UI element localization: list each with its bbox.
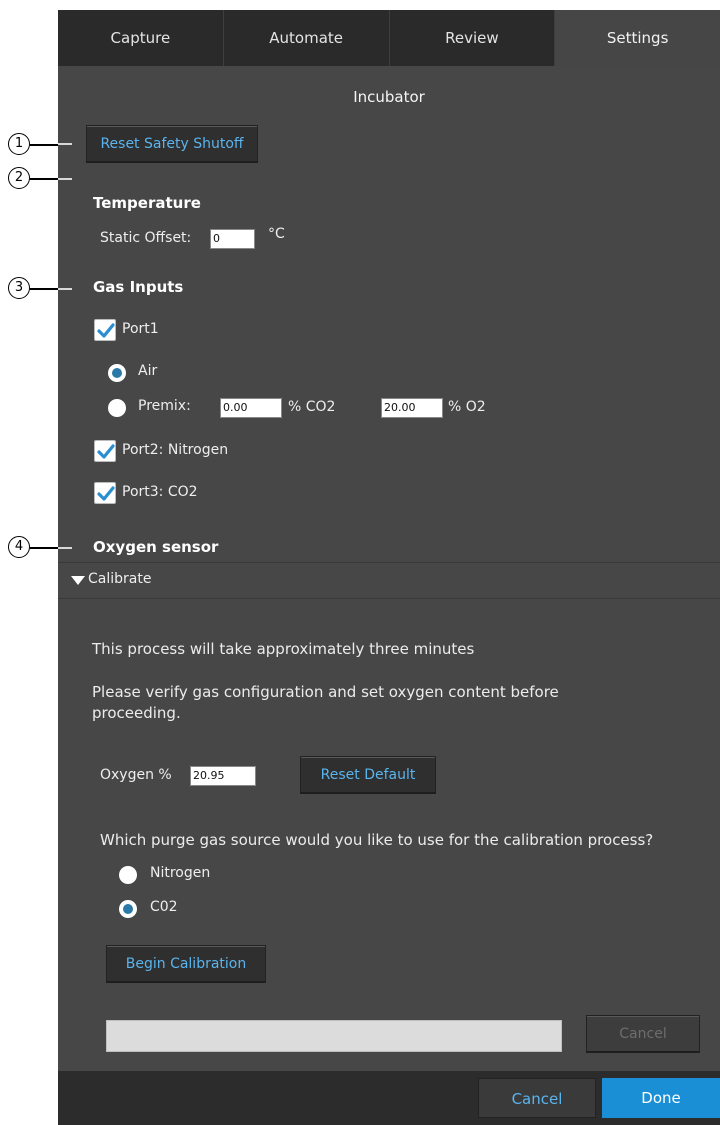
- premix-o2-input[interactable]: 20.00: [381, 398, 443, 418]
- premix-radio[interactable]: [108, 399, 126, 417]
- static-offset-label: Static Offset:: [100, 230, 192, 246]
- calibration-progress-bar: [106, 1020, 562, 1052]
- port3-label: Port3: CO2: [122, 484, 198, 500]
- static-offset-input[interactable]: 0: [210, 229, 255, 249]
- reset-safety-shutoff-button[interactable]: Reset Safety Shutoff: [86, 125, 258, 163]
- oxygen-percent-label: Oxygen %: [100, 767, 172, 783]
- temperature-unit: °C: [268, 226, 285, 242]
- port2-checkbox[interactable]: [94, 440, 116, 462]
- divider: [58, 562, 720, 563]
- calibration-verify-text: Please verify gas configuration and set …: [92, 683, 559, 722]
- checkmark-icon: [97, 444, 115, 459]
- footer-bar: Cancel Done: [58, 1071, 720, 1125]
- calibration-duration-text: This process will take approximately thr…: [92, 640, 475, 658]
- premix-co2-input[interactable]: 0.00: [220, 398, 282, 418]
- callout-1: 1: [0, 131, 58, 161]
- purge-co2-radio[interactable]: [119, 900, 137, 918]
- callout-line: [30, 144, 58, 146]
- air-radio[interactable]: [108, 364, 126, 382]
- premix-label: Premix:: [138, 398, 191, 414]
- callout-line: [30, 178, 58, 180]
- tab-review[interactable]: Review: [389, 10, 556, 66]
- tab-settings[interactable]: Settings: [555, 10, 720, 66]
- purge-co2-label: C02: [150, 899, 178, 915]
- co2-unit-label: % CO2: [288, 399, 336, 415]
- callout-pointer: [58, 288, 72, 290]
- oxygen-percent-input[interactable]: 20.95: [190, 766, 256, 786]
- o2-unit-label: % O2: [448, 399, 486, 415]
- temperature-heading: Temperature: [93, 194, 201, 212]
- divider: [58, 598, 720, 599]
- cancel-button[interactable]: Cancel: [478, 1078, 596, 1118]
- port1-checkbox[interactable]: [94, 319, 116, 341]
- callout-number: 4: [8, 536, 30, 558]
- begin-calibration-button[interactable]: Begin Calibration: [106, 945, 266, 983]
- purge-nitrogen-radio[interactable]: [119, 866, 137, 884]
- callout-pointer: [58, 547, 72, 549]
- tab-capture[interactable]: Capture: [58, 10, 224, 66]
- purge-nitrogen-label: Nitrogen: [150, 865, 211, 881]
- callout-pointer: [58, 143, 72, 145]
- callout-line: [30, 547, 58, 549]
- air-label: Air: [138, 363, 158, 379]
- callout-number: 3: [8, 277, 30, 299]
- tab-bar: Capture Automate Review Settings: [58, 10, 720, 66]
- done-button[interactable]: Done: [602, 1078, 720, 1118]
- reset-default-button[interactable]: Reset Default: [300, 756, 436, 794]
- port1-label: Port1: [122, 321, 159, 337]
- oxygen-sensor-heading: Oxygen sensor: [93, 538, 219, 556]
- port3-checkbox[interactable]: [94, 482, 116, 504]
- callout-number: 1: [8, 133, 30, 155]
- callout-number: 2: [8, 167, 30, 189]
- callout-pointer: [58, 178, 72, 180]
- section-title: Incubator: [353, 88, 425, 106]
- checkmark-icon: [97, 323, 115, 338]
- callout-3: 3: [0, 275, 58, 305]
- callout-2: 2: [0, 165, 58, 195]
- callout-line: [30, 288, 58, 290]
- cancel-calibration-button[interactable]: Cancel: [586, 1015, 700, 1053]
- gas-inputs-heading: Gas Inputs: [93, 278, 184, 296]
- callout-4: 4: [0, 534, 58, 564]
- port2-label: Port2: Nitrogen: [122, 442, 229, 458]
- settings-panel: Capture Automate Review Settings Incubat…: [58, 10, 720, 1125]
- calibrate-toggle[interactable]: Calibrate: [88, 571, 151, 587]
- purge-question: Which purge gas source would you like to…: [100, 831, 654, 849]
- tab-automate[interactable]: Automate: [223, 10, 390, 66]
- checkmark-icon: [97, 486, 115, 501]
